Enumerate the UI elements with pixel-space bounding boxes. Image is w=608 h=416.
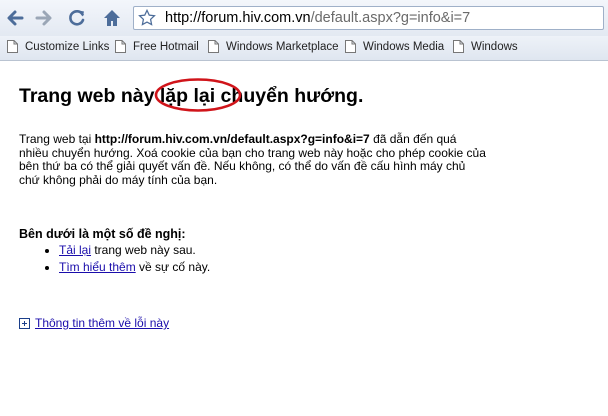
bookmark-label: Windows Media: [363, 40, 445, 53]
back-button[interactable]: [2, 5, 28, 31]
bookmark-star-icon[interactable]: [138, 9, 156, 27]
forward-arrow-icon: [35, 10, 52, 26]
expand-plus-icon[interactable]: [19, 317, 30, 329]
bookmark-label: Customize Links: [25, 40, 110, 53]
bookmark-windows[interactable]: Windows: [453, 40, 518, 53]
bookmark-label: Free Hotmail: [133, 40, 199, 53]
url-path: /default.aspx?g=info&i=7: [310, 10, 471, 26]
reload-link[interactable]: Tải lại: [59, 243, 91, 257]
bookmark-windows-media[interactable]: Windows Media: [345, 40, 444, 53]
browser-toolbar: http://forum.hiv.com.vn/default.aspx?g=i…: [0, 0, 608, 36]
annotation-ellipse: [154, 78, 242, 112]
bookmark-customize-links[interactable]: Customize Links: [7, 40, 109, 53]
more-info-toggle[interactable]: Thông tin thêm về lỗi này: [19, 316, 169, 330]
page-icon: [115, 40, 126, 53]
page-icon: [453, 40, 464, 53]
error-description: Trang web tại http://forum.hiv.com.vn/de…: [19, 132, 489, 187]
home-icon: [104, 10, 120, 26]
reload-rest-text: trang web này sau.: [91, 243, 196, 257]
suggestions-list: Tải lại trang web này sau. Tìm hiểu thêm…: [19, 242, 210, 276]
list-item: Tải lại trang web này sau.: [59, 242, 210, 259]
bookmark-label: Windows: [471, 40, 518, 53]
description-url: http://forum.hiv.com.vn/default.aspx?g=i…: [94, 132, 370, 146]
page-icon: [7, 40, 18, 53]
url-host: http://forum.hiv.com.vn: [165, 10, 311, 26]
learn-more-link[interactable]: Tìm hiểu thêm: [59, 260, 136, 274]
bookmarks-bar: Customize Links Free Hotmail Windows Mar…: [0, 36, 608, 61]
page-icon: [345, 40, 356, 53]
suggestions-heading: Bên dưới là một số đề nghị:: [19, 227, 186, 241]
bookmark-label: Windows Marketplace: [226, 40, 339, 53]
more-info-link[interactable]: Thông tin thêm về lỗi này: [35, 316, 169, 330]
list-item: Tìm hiểu thêm về sự cố này.: [59, 259, 210, 276]
forward-button[interactable]: [31, 5, 57, 31]
back-arrow-icon: [7, 10, 24, 26]
reload-button[interactable]: [64, 5, 90, 31]
bookmark-free-hotmail[interactable]: Free Hotmail: [115, 40, 199, 53]
bookmark-windows-marketplace[interactable]: Windows Marketplace: [208, 40, 338, 53]
description-prefix: Trang web tại: [19, 132, 95, 146]
page-icon: [208, 40, 219, 53]
learn-rest-text: về sự cố này.: [135, 260, 211, 274]
address-url[interactable]: http://forum.hiv.com.vn/default.aspx?g=i…: [165, 10, 470, 26]
reload-icon: [69, 10, 85, 26]
home-button[interactable]: [99, 5, 125, 31]
address-bar[interactable]: http://forum.hiv.com.vn/default.aspx?g=i…: [133, 6, 604, 30]
